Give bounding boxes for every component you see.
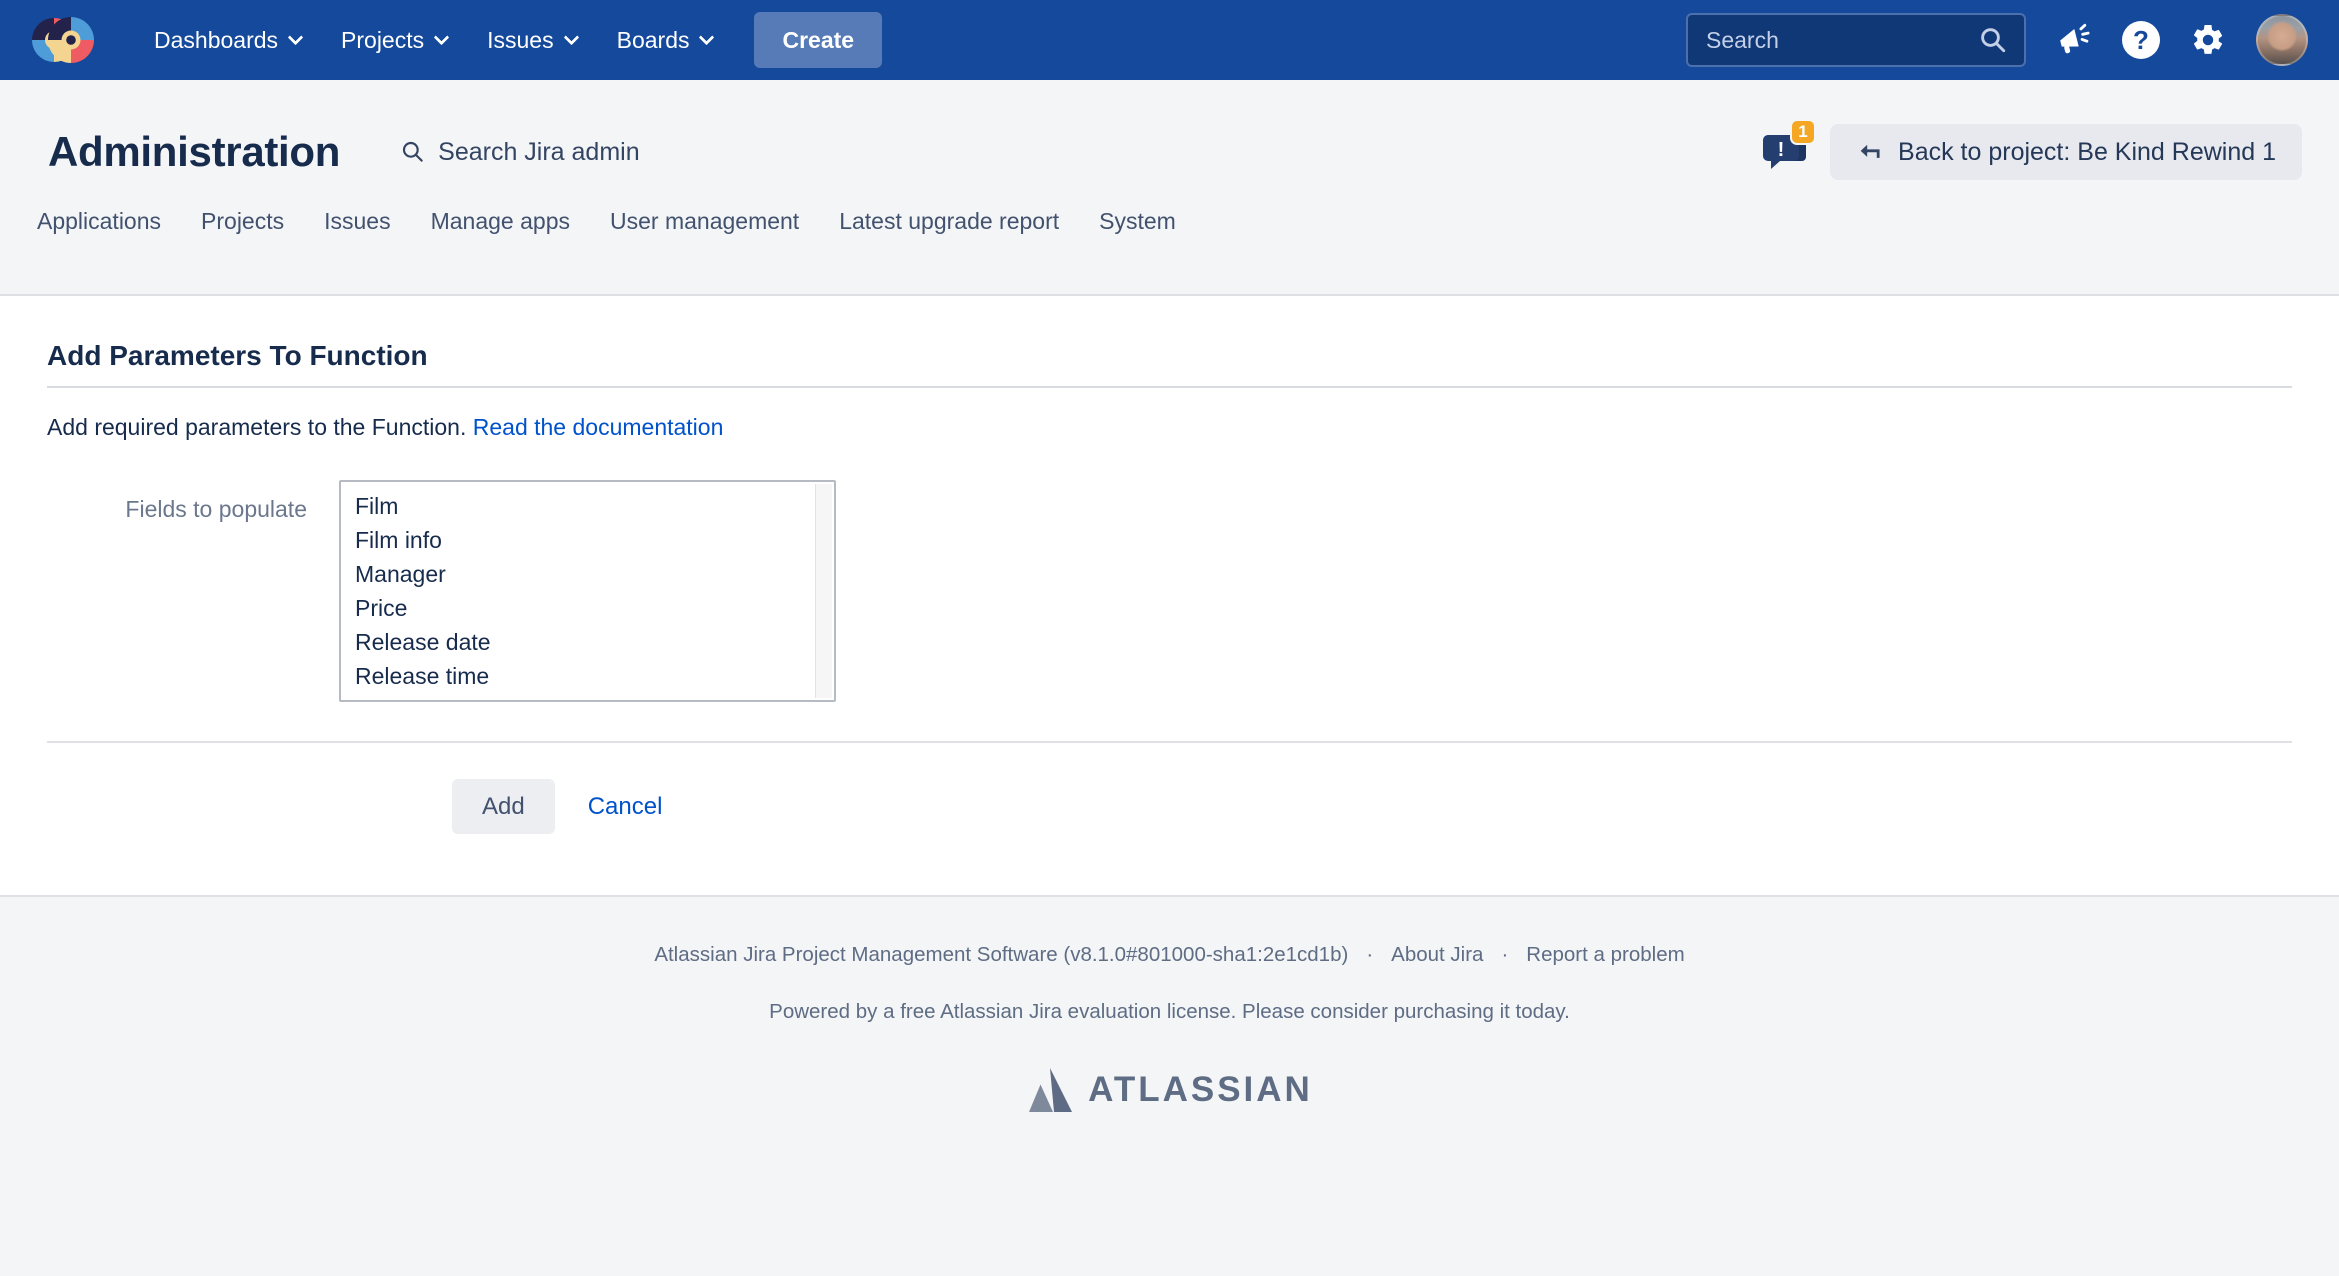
description-text: Add required parameters to the Function. (47, 414, 466, 440)
section-description: Add required parameters to the Function.… (47, 414, 2292, 441)
admin-search-label: Search Jira admin (438, 138, 639, 167)
navbar-right: ? (1686, 13, 2308, 67)
chevron-down-icon (699, 29, 715, 45)
nav-projects[interactable]: Projects (321, 0, 467, 80)
listbox-option[interactable]: Release date (355, 625, 810, 659)
tab-system[interactable]: System (1099, 208, 1176, 261)
nav-boards[interactable]: Boards (597, 0, 733, 80)
create-button[interactable]: Create (754, 12, 882, 68)
tab-projects[interactable]: Projects (201, 208, 284, 261)
tab-applications[interactable]: Applications (37, 208, 161, 261)
about-jira-link[interactable]: About Jira (1391, 943, 1483, 967)
footer-version-line: Atlassian Jira Project Management Softwa… (0, 897, 2339, 967)
user-avatar[interactable] (2256, 14, 2308, 66)
atlassian-wordmark: ATLASSIAN (1088, 1070, 1313, 1110)
back-to-project-button[interactable]: Back to project: Be Kind Rewind 1 (1830, 124, 2302, 180)
page-title: Administration (48, 128, 340, 176)
jira-site-logo-icon[interactable] (30, 13, 96, 67)
help-icon[interactable]: ? (2122, 21, 2160, 59)
form-divider (47, 741, 2292, 743)
admin-tabs: Applications Projects Issues Manage apps… (0, 180, 2339, 261)
listbox-scrollbar[interactable] (815, 484, 832, 698)
top-navbar: Dashboards Projects Issues Boards Create (0, 0, 2339, 80)
form-actions: Add Cancel (47, 779, 2292, 834)
read-documentation-link[interactable]: Read the documentation (473, 414, 724, 440)
search-icon (1978, 25, 2008, 55)
fields-form-row: Fields to populate Film Film info Manage… (47, 480, 2292, 702)
version-text: Atlassian Jira Project Management Softwa… (654, 943, 1348, 967)
listbox-option[interactable]: Price (355, 591, 810, 625)
listbox-option[interactable]: Manager (355, 557, 810, 591)
back-to-project-label: Back to project: Be Kind Rewind 1 (1898, 138, 2276, 167)
main-content: Add Parameters To Function Add required … (0, 296, 2339, 895)
chevron-down-icon (288, 29, 304, 45)
fields-to-populate-label: Fields to populate (47, 480, 307, 702)
atlassian-brand: ATLASSIAN (0, 1068, 2339, 1112)
nav-dashboards-label: Dashboards (154, 27, 278, 54)
nav-issues[interactable]: Issues (467, 0, 596, 80)
primary-nav: Dashboards Projects Issues Boards (134, 0, 732, 80)
atlassian-logo-icon (1026, 1068, 1074, 1112)
separator-dot: · (1366, 943, 1373, 967)
question-mark-icon: ? (2122, 21, 2160, 59)
separator-dot: · (1501, 943, 1508, 967)
report-problem-link[interactable]: Report a problem (1526, 943, 1684, 967)
listbox-option[interactable]: Film (355, 489, 810, 523)
add-button[interactable]: Add (452, 779, 555, 834)
settings-gear-icon[interactable] (2190, 22, 2226, 58)
search-icon (400, 139, 426, 165)
tab-user-management[interactable]: User management (610, 208, 799, 261)
tab-latest-upgrade-report[interactable]: Latest upgrade report (839, 208, 1059, 261)
listbox-option[interactable]: Release time (355, 659, 810, 693)
nav-dashboards[interactable]: Dashboards (134, 0, 321, 80)
global-search-box[interactable] (1686, 13, 2026, 67)
chevron-down-icon (434, 29, 450, 45)
section-heading: Add Parameters To Function (47, 340, 2292, 388)
admin-header-band: Administration Search Jira admin ! 1 (0, 80, 2339, 296)
notification-count-badge: 1 (1790, 119, 1816, 145)
chevron-down-icon (563, 29, 579, 45)
nav-projects-label: Projects (341, 27, 424, 54)
svg-text:!: ! (1778, 139, 1785, 161)
admin-search[interactable]: Search Jira admin (400, 138, 639, 167)
tab-issues[interactable]: Issues (324, 208, 390, 261)
footer-license-line: Powered by a free Atlassian Jira evaluat… (0, 1000, 2339, 1024)
notifications-bubble-icon[interactable]: ! 1 (1756, 123, 1814, 181)
nav-boards-label: Boards (617, 27, 690, 54)
tab-manage-apps[interactable]: Manage apps (431, 208, 570, 261)
nav-issues-label: Issues (487, 27, 553, 54)
listbox-option[interactable]: Film info (355, 523, 810, 557)
page-footer: Atlassian Jira Project Management Softwa… (0, 895, 2339, 1276)
fields-multiselect-listbox[interactable]: Film Film info Manager Price Release dat… (339, 480, 836, 702)
return-arrow-icon (1856, 138, 1884, 166)
search-input[interactable] (1706, 27, 1978, 54)
cancel-link[interactable]: Cancel (588, 793, 663, 821)
announcements-icon[interactable] (2056, 22, 2092, 58)
